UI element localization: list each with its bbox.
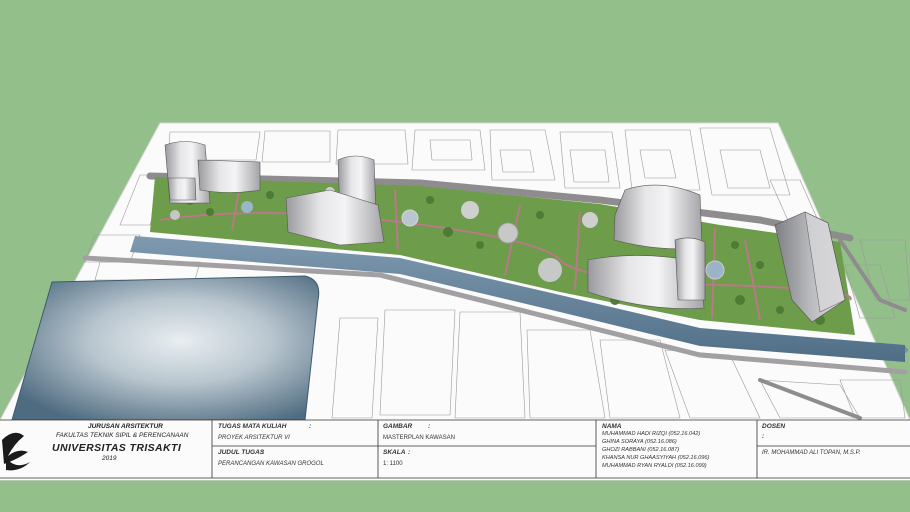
lecturer-value: IR. MOHAMMAD ALI TOPAN, M.S.P. (762, 450, 861, 456)
names-label: NAMA (602, 423, 622, 430)
member-3: GHOZI RABBANI (052.16.087) (602, 447, 680, 453)
member-4: KHANSA NUR GHAASYIYAH (052.16.096) (602, 455, 710, 461)
assignment-sep: : (262, 449, 265, 456)
year-text: 2019 (102, 455, 117, 462)
assignment-label: JUDUL TUGAS (218, 449, 265, 456)
scale-value: 1: 1100 (383, 461, 403, 467)
department-text: JURUSAN ARSITEKTUR (88, 423, 163, 430)
faculty-text: FAKULTAS TEKNIK SIPIL & PERENCANAAN (56, 432, 189, 439)
member-1: MUHAMMAD HADI RIZQI (052.16.042) (602, 431, 701, 437)
lecturer-label: DOSEN (762, 423, 786, 430)
course-label: TUGAS MATA KULIAH (218, 423, 287, 430)
lecturer-sep: : (762, 433, 765, 440)
scale-label: SKALA (383, 449, 406, 456)
course-sep: : (309, 423, 312, 430)
member-2: GHINA SORAYA (052.16.086) (602, 439, 677, 445)
drawing-label: GAMBAR (383, 423, 413, 430)
drawing-value: MASTERPLAN KAWASAN (383, 435, 455, 441)
university-name: UNIVERSITAS TRISAKTI (52, 442, 182, 454)
assignment-value: PERANCANGAN KAWASAN GROGOL (218, 461, 324, 467)
course-value: PROYEK ARSITEKTUR VI (218, 435, 290, 441)
scale-sep: : (408, 449, 411, 456)
drawing-sep: : (428, 423, 431, 430)
lake (11, 275, 320, 421)
member-5: MUHAMMAD RYAN RYALDI (052.16.099) (602, 463, 707, 469)
